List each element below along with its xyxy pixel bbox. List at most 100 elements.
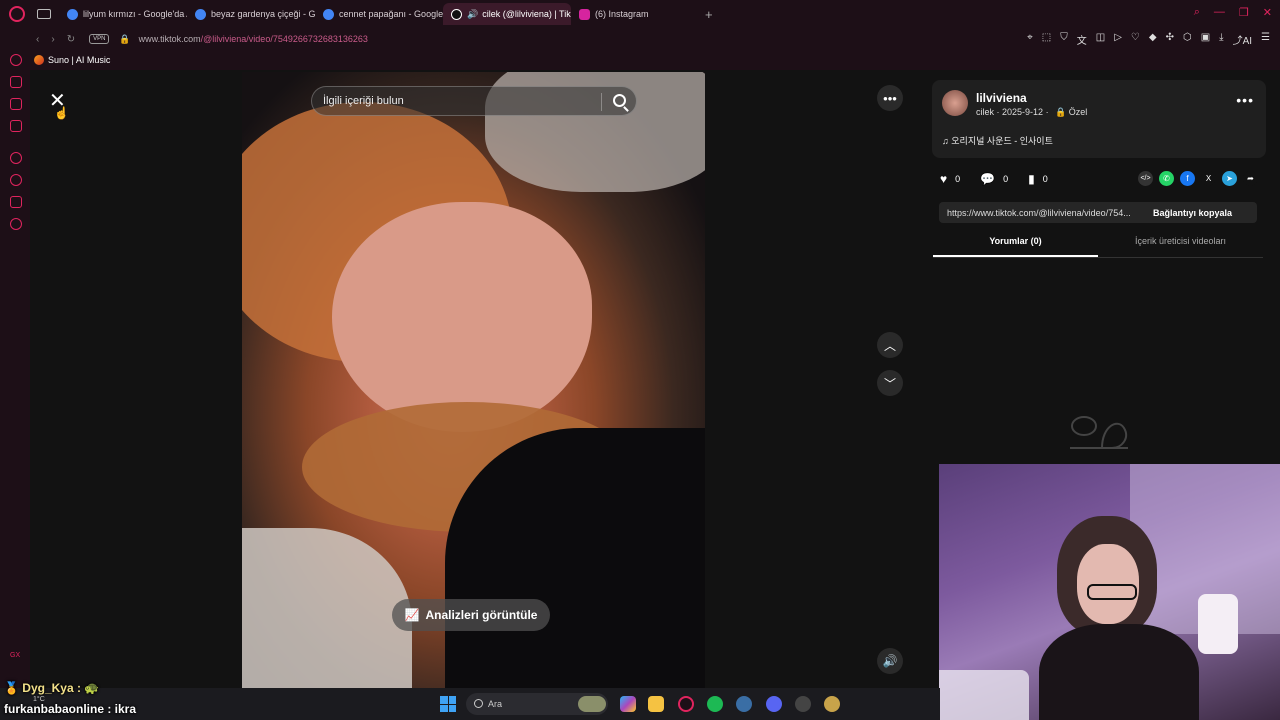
snapshot-icon[interactable]: ⬚ xyxy=(1042,32,1051,47)
emote-icon: 🐢 xyxy=(84,681,100,695)
new-tab-button[interactable]: + xyxy=(705,7,713,22)
steam-icon[interactable] xyxy=(795,696,811,712)
bookmarks-bar: Suno | AI Music xyxy=(0,50,1280,70)
comment-button[interactable]: 💬 0 xyxy=(980,172,1008,186)
lock-icon[interactable]: 🔒 xyxy=(119,34,130,45)
sidebar-store-icon[interactable] xyxy=(10,98,22,110)
instagram-favicon-icon xyxy=(579,8,590,20)
app-icon[interactable] xyxy=(736,696,752,712)
username[interactable]: lilviviena xyxy=(976,91,1027,105)
search-highlight-icon[interactable] xyxy=(578,696,606,712)
pin-icon[interactable]: ⌖ xyxy=(1027,32,1033,47)
search-icon[interactable] xyxy=(613,94,626,107)
file-explorer-icon[interactable] xyxy=(648,696,664,712)
video-link-field[interactable]: https://www.tiktok.com/@lilviviena/video… xyxy=(939,208,1153,218)
reload-button[interactable]: ↻ xyxy=(67,34,75,45)
copy-link-button[interactable]: Bağlantıyı kopyala xyxy=(1153,208,1232,218)
translate-icon[interactable]: 文 xyxy=(1077,32,1087,47)
related-content-search-input[interactable]: İlgili içeriği bulun xyxy=(311,86,637,116)
speaker-icon[interactable]: 🔊 xyxy=(467,9,478,20)
google-favicon-icon xyxy=(67,8,78,20)
easy-setup-icon[interactable]: ☰ xyxy=(1261,32,1270,47)
sidebar-settings-icon[interactable] xyxy=(10,218,22,230)
sound-name: 오리지널 사운드 - 인사이트 xyxy=(951,136,1053,146)
copilot-icon[interactable] xyxy=(620,696,636,712)
volume-icon[interactable]: 🔊 xyxy=(877,648,903,674)
share-arrow-icon[interactable]: ➦ xyxy=(1243,171,1258,186)
bookmark-suno[interactable]: Suno | AI Music xyxy=(34,55,110,65)
tab-comments[interactable]: Yorumlar (0) xyxy=(933,236,1098,257)
like-button[interactable]: ♥ 0 xyxy=(940,172,960,186)
search-tabs-icon[interactable]: ⌕ xyxy=(1194,6,1200,19)
privacy-label: Özel xyxy=(1068,107,1088,117)
sidebar-history-icon[interactable] xyxy=(10,174,22,186)
league-icon[interactable] xyxy=(824,696,840,712)
box-icon[interactable]: ▣ xyxy=(1201,32,1210,47)
tab-instagram[interactable]: (6) Instagram xyxy=(571,3,699,25)
camera-icon[interactable]: ◫ xyxy=(1096,32,1105,47)
chevron-up-icon[interactable]: ︿ xyxy=(877,332,903,358)
back-button[interactable]: ‹ xyxy=(36,34,39,45)
windows-taskbar: Ara xyxy=(0,688,940,720)
more-options-icon[interactable]: ••• xyxy=(1236,92,1254,108)
sidebar-messenger-icon[interactable] xyxy=(10,120,22,132)
adblock-icon[interactable]: ⛉ xyxy=(1060,32,1068,47)
google-favicon-icon xyxy=(195,8,206,20)
maximize-button[interactable]: ❐ xyxy=(1239,6,1249,19)
spotify-icon[interactable] xyxy=(707,696,723,712)
view-analytics-button[interactable]: 📈 Analizleri görüntüle xyxy=(392,599,550,631)
extensions-toolbar: ⌖ ⬚ ⛉ 文 ◫ ▷ ♡ ◆ ✣ ⬡ ▣ ⤓ ⤴AI ☰ xyxy=(1027,32,1270,47)
url-field[interactable]: www.tiktok.com/@lilviviena/video/7549266… xyxy=(139,34,368,44)
windows-start-icon[interactable] xyxy=(440,696,456,712)
save-button[interactable]: ▮ 0 xyxy=(1028,172,1048,186)
video-viewer: ✕ ☝ İlgili içeriği bulun 📈 Analizleri gö… xyxy=(30,72,918,688)
extensions-icon[interactable]: ⬡ xyxy=(1183,32,1192,47)
play-icon[interactable]: ▷ xyxy=(1114,32,1122,47)
avatar[interactable] xyxy=(942,90,968,116)
discord-icon[interactable] xyxy=(766,696,782,712)
diamond-icon[interactable]: ◆ xyxy=(1149,32,1157,47)
tab-google-lilyum[interactable]: lilyum kırmızı - Google'da A xyxy=(59,3,187,25)
workspaces-icon[interactable] xyxy=(37,9,51,19)
telegram-icon[interactable]: ➤ xyxy=(1222,171,1237,186)
chat-message: furkanbabaonline : ikra xyxy=(4,702,137,716)
chevron-down-icon[interactable]: ﹀ xyxy=(877,370,903,396)
chart-icon: 📈 xyxy=(404,608,420,622)
opera-gx-icon[interactable] xyxy=(678,696,694,712)
ai-label: AI xyxy=(1242,36,1253,47)
vpn-badge[interactable]: VPN xyxy=(89,34,110,44)
close-window-button[interactable]: ✕ xyxy=(1263,6,1272,19)
sidebar-player-icon[interactable] xyxy=(10,152,22,164)
video-player[interactable] xyxy=(242,72,705,688)
puzzle-icon[interactable]: ✣ xyxy=(1166,32,1174,47)
post-date: 2025-9-12 xyxy=(1002,107,1044,117)
more-options-button[interactable]: ••• xyxy=(877,85,903,111)
sidebar-extensions-icon[interactable] xyxy=(10,196,22,208)
tab-google-papagan[interactable]: cennet papağanı - Google xyxy=(315,3,443,25)
minimize-button[interactable]: — xyxy=(1214,6,1225,19)
tab-google-gardenya[interactable]: beyaz gardenya çiçeği - G xyxy=(187,3,315,25)
google-favicon-icon xyxy=(323,8,334,20)
save-count: 0 xyxy=(1042,174,1048,184)
sidebar-shop-icon[interactable] xyxy=(10,76,22,88)
ai-button[interactable]: ⤴AI xyxy=(1233,32,1252,47)
whatsapp-icon[interactable]: ✆ xyxy=(1159,171,1174,186)
embed-icon[interactable]: </> xyxy=(1138,171,1153,186)
url-path: /@lilviviena/video/7549266732683136263 xyxy=(200,34,368,44)
video-pillow xyxy=(242,528,412,688)
opera-menu-icon[interactable] xyxy=(9,6,25,22)
x-icon[interactable]: X xyxy=(1201,171,1216,186)
search-placeholder: İlgili içeriği bulun xyxy=(323,95,404,107)
sound-link[interactable]: ♫ 오리지널 사운드 - 인사이트 xyxy=(942,134,1053,147)
sidebar-refresh-icon[interactable] xyxy=(10,54,22,66)
facebook-icon[interactable]: f xyxy=(1180,171,1195,186)
tab-tiktok[interactable]: 🔊 cilek (@lilviviena) | Tik xyxy=(443,3,571,25)
tab-creator-videos[interactable]: İçerik üreticisi videoları xyxy=(1098,236,1263,257)
suno-icon xyxy=(34,55,44,65)
address-bar: ‹ › ↻ VPN 🔒 www.tiktok.com/@lilviviena/v… xyxy=(0,28,1280,50)
heart-icon[interactable]: ♡ xyxy=(1131,32,1140,47)
navigation-buttons: ‹ › ↻ xyxy=(36,34,75,45)
bookmark-icon: ▮ xyxy=(1028,172,1035,186)
forward-button[interactable]: › xyxy=(51,34,54,45)
download-icon[interactable]: ⤓ xyxy=(1219,32,1223,47)
